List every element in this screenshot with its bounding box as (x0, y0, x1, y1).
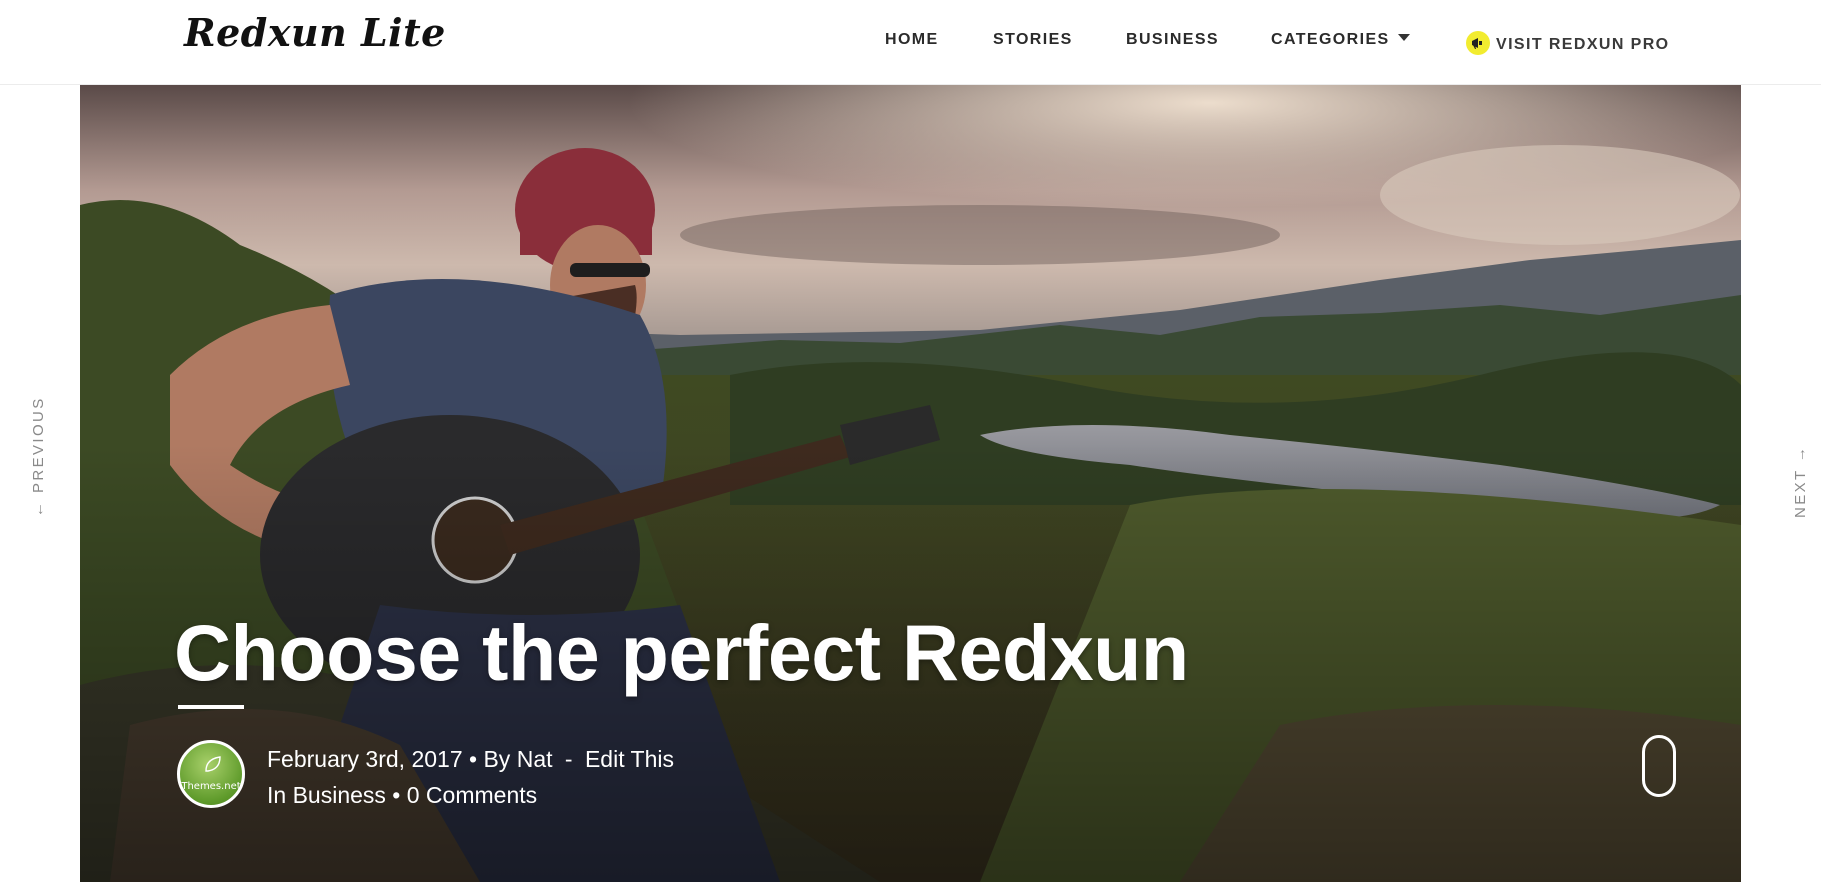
site-header: Redxun Lite HOME STORIES BUSINESS CATEGO… (0, 0, 1821, 85)
post-comments-link[interactable]: 0 Comments (407, 782, 537, 809)
post-date: February 3rd, 2017 (267, 746, 463, 772)
nav-item-stories[interactable]: STORIES (993, 31, 1073, 49)
post-title[interactable]: Choose the perfect Redxun (174, 607, 1189, 699)
nav-item-home[interactable]: HOME (885, 31, 939, 49)
edit-post-link[interactable]: Edit This (585, 746, 674, 773)
post-category-link[interactable]: Business (293, 782, 386, 809)
nav-item-visit-pro[interactable]: VISIT REDXUN PRO (1466, 31, 1670, 55)
next-post-link[interactable]: NEXT → (1792, 445, 1809, 518)
by-prefix: • By (469, 746, 511, 772)
author-avatar[interactable]: Themes.net (177, 740, 245, 808)
nav-item-business[interactable]: BUSINESS (1126, 31, 1219, 49)
nav-item-visit-pro-label: VISIT REDXUN PRO (1496, 36, 1670, 53)
main-nav: HOME STORIES BUSINESS CATEGORIES VISIT R… (0, 31, 1821, 55)
nav-item-categories[interactable]: CATEGORIES (1271, 31, 1410, 49)
post-meta-line-2: In Business • 0 Comments (267, 782, 537, 809)
meta-separator: - (564, 746, 573, 772)
previous-post-link[interactable]: ← PREVIOUS (30, 396, 47, 517)
megaphone-icon (1466, 31, 1490, 55)
mouse-scroll-icon[interactable] (1642, 735, 1676, 797)
in-prefix: In (267, 782, 287, 808)
title-underline (178, 705, 244, 709)
comments-separator: • (392, 782, 401, 808)
nav-item-categories-label: CATEGORIES (1271, 31, 1390, 48)
leaf-icon (205, 756, 221, 772)
post-meta-line-1: February 3rd, 2017 • By Nat - Edit This (267, 746, 674, 773)
avatar-label: Themes.net (181, 781, 241, 792)
post-author-link[interactable]: Nat (517, 746, 553, 773)
caret-down-icon (1397, 34, 1410, 41)
hero-featured-post[interactable]: Choose the perfect Redxun Themes.net Feb… (80, 85, 1741, 882)
